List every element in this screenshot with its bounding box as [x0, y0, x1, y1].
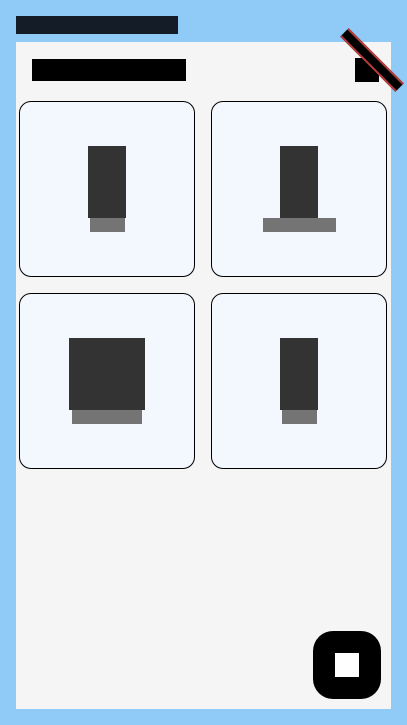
product-icon-4-top — [280, 338, 318, 410]
stop-icon — [335, 653, 359, 677]
page-title — [32, 59, 186, 81]
product-icon-1-top — [88, 146, 126, 218]
product-icon-4-base — [282, 410, 317, 424]
product-icon-3-base — [72, 410, 142, 424]
product-card-1[interactable] — [19, 101, 195, 277]
product-card-4[interactable] — [211, 293, 387, 469]
product-card-3[interactable] — [19, 293, 195, 469]
status-bar — [16, 16, 178, 34]
product-icon-2-base — [263, 218, 336, 232]
product-icon-2-top — [280, 146, 318, 218]
app-screen — [16, 42, 391, 709]
product-card-2[interactable] — [211, 101, 387, 277]
stop-button[interactable] — [313, 631, 381, 699]
product-icon-3-top — [69, 338, 145, 410]
product-icon-1-base — [90, 218, 125, 232]
